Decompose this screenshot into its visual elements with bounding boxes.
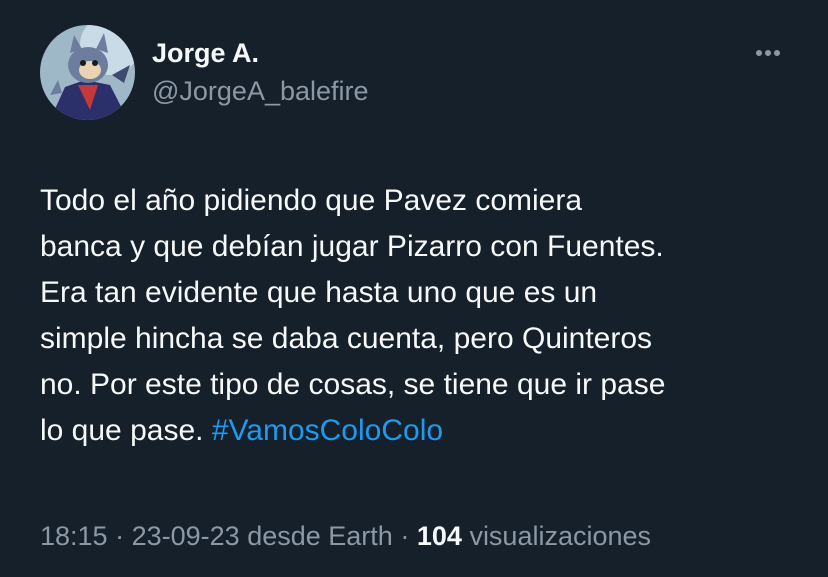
tweet-text-line: banca y que debían jugar Pizarro con Fue… (40, 230, 664, 263)
tweet-text-line: Todo el año pidiendo que Pavez comiera (40, 184, 583, 217)
tweet-text-line: lo que pase. (40, 414, 204, 447)
display-name[interactable]: Jorge A. (152, 36, 369, 70)
more-options-button[interactable] (750, 40, 786, 66)
tweet-text-line: simple hincha se daba cuenta, pero Quint… (40, 322, 653, 355)
tweet-source: desde Earth (247, 521, 393, 551)
user-handle[interactable]: @JorgeA_balefire (152, 74, 369, 108)
more-horizontal-icon (756, 50, 780, 56)
tweet-time[interactable]: 18:15 (40, 521, 108, 551)
avatar[interactable] (40, 25, 135, 120)
tweet-text-line: Era tan evidente que hasta uno que es un (40, 276, 598, 309)
user-info: Jorge A. @JorgeA_balefire (152, 36, 369, 108)
tweet-text-line: no. Por este tipo de cosas, se tiene que… (40, 368, 666, 401)
tweet-date[interactable]: 23-09-23 (132, 521, 240, 551)
tweet-metadata: 18:15 · 23-09-23 desde Earth · 104 visua… (40, 519, 651, 553)
separator: · (400, 521, 410, 551)
views-label: visualizaciones (469, 521, 652, 551)
hashtag-link[interactable]: #VamosColoColo (212, 414, 443, 447)
avatar-image (40, 25, 135, 120)
separator: · (115, 521, 125, 551)
tweet-text: Todo el año pidiendo que Pavez comiera ba… (40, 178, 800, 454)
tweet-card: Jorge A. @JorgeA_balefire Todo el año pi… (0, 0, 828, 577)
views-count: 104 (416, 521, 462, 551)
